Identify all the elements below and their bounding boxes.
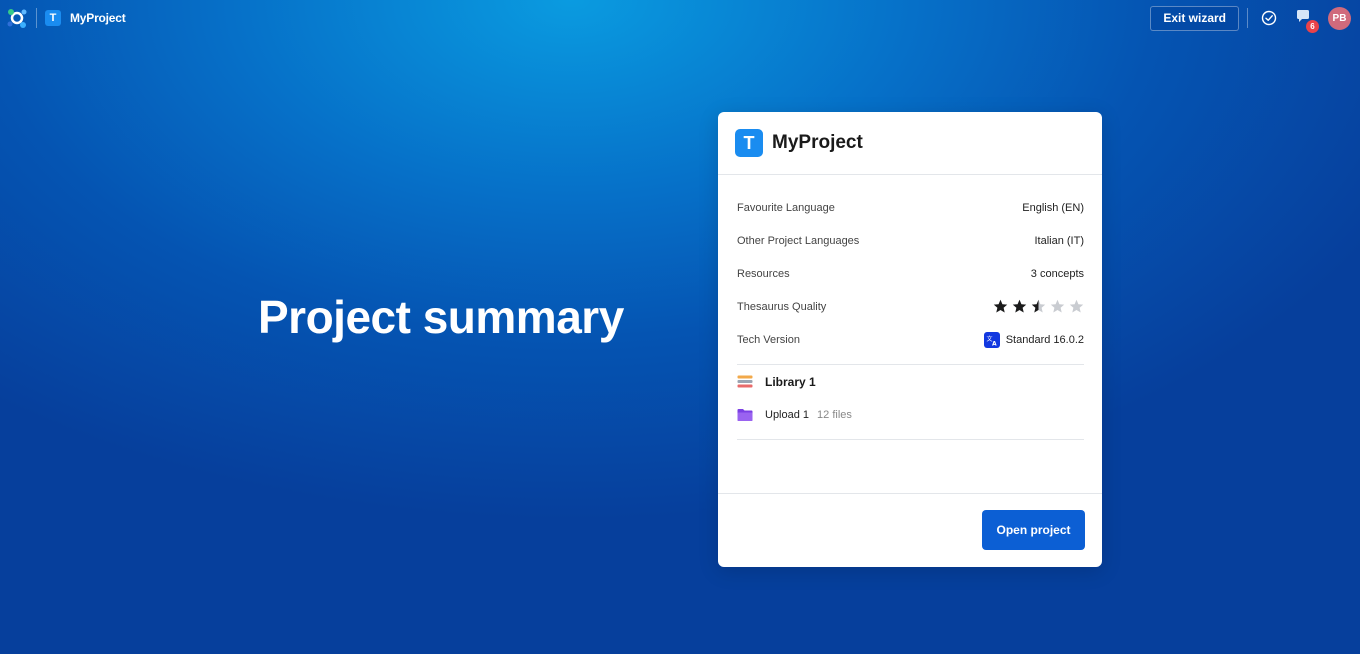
page-title: Project summary — [258, 291, 624, 343]
detail-value: Standard 16.0.2 — [1005, 333, 1084, 346]
resource-item-upload[interactable]: Upload 1 12 files — [737, 398, 1084, 431]
detail-value: Italian (IT) — [1034, 234, 1084, 247]
project-badge-icon: T — [45, 10, 61, 26]
rating-star-icon — [1050, 299, 1065, 313]
detail-row-other-languages: Other Project Languages Italian (IT) — [737, 224, 1084, 257]
top-bar-divider — [1247, 8, 1248, 28]
detail-label: Resources — [737, 267, 790, 280]
detail-row-tech-version: Tech Version 文 A Standard 16.0.2 — [737, 323, 1084, 356]
detail-label: Favourite Language — [737, 201, 835, 214]
quality-star-rating — [993, 299, 1084, 314]
library-icon — [737, 374, 753, 390]
detail-label: Other Project Languages — [737, 234, 860, 247]
detail-row-favourite-language: Favourite Language English (EN) — [737, 191, 1084, 224]
notification-count-badge: 6 — [1306, 20, 1319, 33]
card-header: T MyProject — [718, 112, 1102, 175]
top-bar-left: T MyProject — [0, 0, 126, 36]
resource-item-library[interactable]: Library 1 — [737, 365, 1084, 398]
rating-star-icon — [1012, 299, 1027, 313]
app-logo-icon[interactable] — [5, 6, 29, 30]
user-avatar[interactable]: PB — [1328, 6, 1351, 30]
rating-star-icon — [993, 299, 1008, 313]
tech-version: 文 A Standard 16.0.2 — [983, 331, 1084, 348]
translate-icon: 文 A — [983, 331, 1000, 348]
card-footer: Open project — [718, 493, 1102, 567]
notifications-button[interactable]: 6 — [1293, 8, 1319, 33]
card-body: Favourite Language English (EN) Other Pr… — [718, 175, 1102, 440]
rating-star-icon — [1031, 299, 1046, 313]
resource-name: Library 1 — [765, 374, 816, 389]
open-project-button[interactable]: Open project — [982, 510, 1085, 550]
detail-label: Tech Version — [737, 333, 800, 346]
detail-value: English (EN) — [1022, 201, 1084, 214]
top-bar-right: Exit wizard 6 PB — [1150, 0, 1351, 36]
tasks-check-icon[interactable] — [1259, 8, 1279, 28]
project-name[interactable]: MyProject — [70, 11, 126, 25]
svg-text:A: A — [992, 340, 997, 346]
card-title: MyProject — [772, 132, 863, 153]
detail-label: Thesaurus Quality — [737, 300, 827, 313]
detail-row-resources: Resources 3 concepts — [737, 257, 1084, 290]
detail-row-thesaurus-quality: Thesaurus Quality — [737, 290, 1084, 323]
rating-star-icon — [1069, 299, 1084, 313]
top-bar-divider — [36, 8, 37, 28]
resource-name: Upload 1 — [765, 408, 810, 421]
project-summary-card: T MyProject Favourite Language English (… — [718, 112, 1102, 567]
folder-icon — [737, 407, 753, 423]
resource-file-count: 12 files — [817, 408, 852, 421]
top-bar: T MyProject Exit wizard 6 PB — [0, 0, 1360, 36]
card-divider — [737, 439, 1084, 440]
project-badge-icon: T — [735, 129, 763, 157]
detail-value: 3 concepts — [1030, 267, 1084, 280]
exit-wizard-button[interactable]: Exit wizard — [1150, 5, 1239, 31]
